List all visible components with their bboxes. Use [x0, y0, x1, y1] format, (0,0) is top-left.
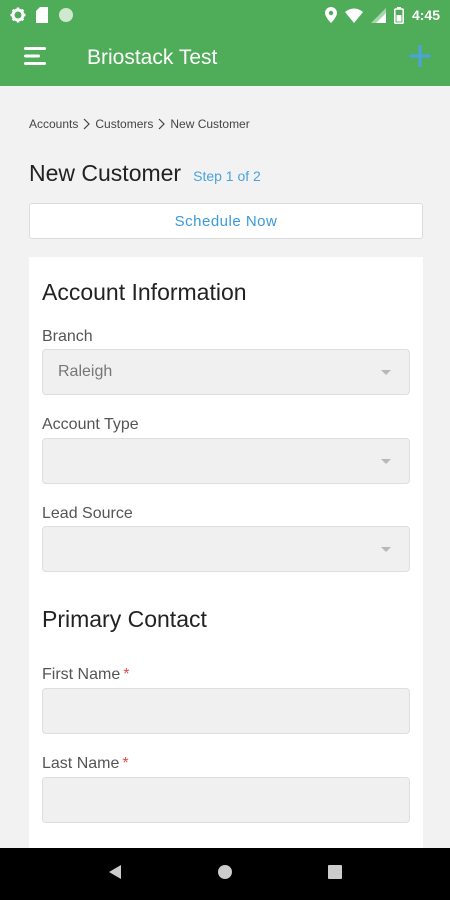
account-information-heading: Account Information — [42, 279, 247, 305]
menu-button[interactable] — [0, 30, 70, 86]
chevron-right-icon — [83, 118, 91, 130]
status-bar: 4:45 — [0, 0, 450, 30]
breadcrumb-customers[interactable]: Customers — [95, 117, 153, 131]
branch-value: Raleigh — [58, 363, 113, 380]
home-icon — [217, 864, 233, 885]
page-title-row: New Customer Step 1 of 2 — [29, 160, 261, 187]
back-button[interactable] — [95, 854, 135, 894]
settings-icon — [10, 7, 26, 23]
status-time: 4:45 — [411, 7, 440, 23]
back-icon — [108, 864, 122, 885]
first-name-label: First Name * — [42, 666, 129, 684]
wifi-icon — [344, 8, 363, 23]
status-right-icons: 4:45 — [324, 6, 440, 24]
recents-icon — [328, 864, 342, 884]
system-navigation-bar — [0, 848, 450, 900]
recents-button[interactable] — [315, 854, 355, 894]
dropdown-arrow-icon — [381, 459, 391, 464]
page-title: New Customer — [29, 160, 182, 186]
breadcrumb-accounts[interactable]: Accounts — [29, 117, 78, 131]
primary-contact-heading: Primary Contact — [42, 606, 207, 632]
first-name-input[interactable] — [42, 688, 410, 734]
add-icon — [409, 44, 431, 72]
battery-icon — [393, 6, 404, 24]
account-type-select[interactable] — [42, 438, 410, 484]
last-name-input[interactable] — [42, 777, 410, 823]
menu-icon — [24, 46, 46, 71]
circle-icon — [58, 7, 74, 23]
status-left-icons — [10, 7, 74, 23]
app-bar: Briostack Test — [0, 30, 450, 86]
schedule-now-button[interactable]: Schedule Now — [29, 203, 423, 239]
add-button[interactable] — [390, 30, 450, 86]
account-type-label: Account Type — [42, 416, 139, 433]
step-indicator: Step 1 of 2 — [193, 168, 261, 184]
dropdown-arrow-icon — [381, 370, 391, 375]
location-icon — [324, 7, 337, 23]
breadcrumb-new-customer: New Customer — [170, 117, 250, 131]
last-name-label: Last Name * — [42, 755, 129, 773]
branch-select[interactable]: Raleigh — [42, 349, 410, 395]
required-marker: * — [123, 666, 130, 683]
last-name-label-text: Last Name — [42, 755, 120, 772]
lead-source-label: Lead Source — [42, 505, 133, 522]
signal-icon — [370, 7, 386, 23]
branch-label: Branch — [42, 328, 93, 345]
app-title: Briostack Test — [87, 46, 218, 69]
dropdown-arrow-icon — [381, 547, 391, 552]
lead-source-select[interactable] — [42, 526, 410, 572]
chevron-right-icon — [158, 118, 166, 130]
sd-card-icon — [36, 7, 48, 23]
home-button[interactable] — [205, 854, 245, 894]
content-area: Accounts Customers New Customer New Cust… — [0, 86, 450, 848]
required-marker: * — [122, 755, 129, 772]
breadcrumb: Accounts Customers New Customer — [29, 117, 250, 131]
customer-form-card: Account Information Branch Raleigh Accou… — [29, 257, 423, 848]
first-name-label-text: First Name — [42, 666, 121, 683]
